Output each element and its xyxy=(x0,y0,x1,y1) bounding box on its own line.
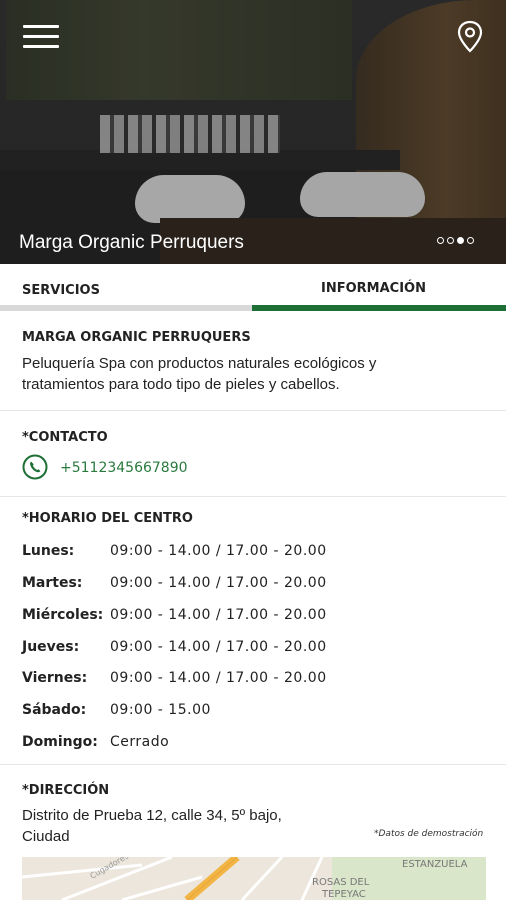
address-line: Ciudad xyxy=(22,828,70,845)
divider xyxy=(0,764,506,765)
schedule-hours: 09:00 - 14.00 / 17.00 - 20.00 xyxy=(110,670,327,686)
map-label: ESTANZUELA xyxy=(402,859,468,870)
hero-shade xyxy=(0,0,506,264)
divider xyxy=(0,410,506,411)
carousel-dot[interactable] xyxy=(437,237,444,244)
schedule-day: Domingo: xyxy=(22,734,98,750)
schedule-day: Martes: xyxy=(22,575,83,591)
address-line: Distrito de Prueba 12, calle 34, 5º bajo… xyxy=(22,807,282,824)
demo-data-note: *Datos de demostración xyxy=(374,829,484,839)
divider xyxy=(0,496,506,497)
carousel-dots[interactable] xyxy=(437,237,474,244)
contact-title: *CONTACTO xyxy=(22,430,108,445)
tab-informacion[interactable]: INFORMACIÓN xyxy=(253,264,506,311)
phone-number-link[interactable]: +5112345667890 xyxy=(60,460,188,476)
schedule-hours: 09:00 - 14.00 / 17.00 - 20.00 xyxy=(110,575,327,591)
schedule-day: Miércoles: xyxy=(22,607,104,623)
schedule-day: Jueves: xyxy=(22,639,80,655)
hamburger-menu-icon[interactable] xyxy=(23,25,59,49)
carousel-dot[interactable] xyxy=(467,237,474,244)
tab-indicator-active xyxy=(252,305,506,311)
schedule-hours: Cerrado xyxy=(110,734,170,750)
map-graphic: ESTANZUELA ROSAS DEL TEPEYAC Cugadores xyxy=(22,857,486,900)
location-map[interactable]: ESTANZUELA ROSAS DEL TEPEYAC Cugadores xyxy=(22,857,486,900)
carousel-dot[interactable] xyxy=(447,237,454,244)
description-line: tratamientos para todo tipo de pieles y … xyxy=(22,376,340,393)
schedule-hours: 09:00 - 15.00 xyxy=(110,702,211,718)
map-label: TEPEYAC xyxy=(321,889,366,900)
schedule-hours: 09:00 - 14.00 / 17.00 - 20.00 xyxy=(110,639,327,655)
schedule-day: Sábado: xyxy=(22,702,87,718)
schedule-hours: 09:00 - 14.00 / 17.00 - 20.00 xyxy=(110,607,327,623)
map-pin-icon[interactable] xyxy=(454,20,486,54)
hero-title: Marga Organic Perruquers xyxy=(19,232,244,253)
schedule-hours: 09:00 - 14.00 / 17.00 - 20.00 xyxy=(110,543,327,559)
schedule-day: Viernes: xyxy=(22,670,88,686)
tab-indicator-inactive xyxy=(0,305,252,311)
tab-label: INFORMACIÓN xyxy=(321,281,426,296)
address-title: *DIRECCIÓN xyxy=(22,783,110,798)
tab-bar: SERVICIOS INFORMACIÓN xyxy=(0,264,506,311)
hero-image: Marga Organic Perruquers xyxy=(0,0,506,264)
schedule-title: *HORARIO DEL CENTRO xyxy=(22,511,193,526)
business-name: MARGA ORGANIC PERRUQUERS xyxy=(22,330,251,345)
carousel-dot-active[interactable] xyxy=(457,237,464,244)
map-label: ROSAS DEL xyxy=(312,877,370,888)
tab-label: SERVICIOS xyxy=(22,283,100,298)
description-line: Peluquería Spa con productos naturales e… xyxy=(22,355,377,372)
phone-icon[interactable] xyxy=(22,454,48,480)
tab-servicios[interactable]: SERVICIOS xyxy=(0,264,253,311)
schedule-day: Lunes: xyxy=(22,543,75,559)
